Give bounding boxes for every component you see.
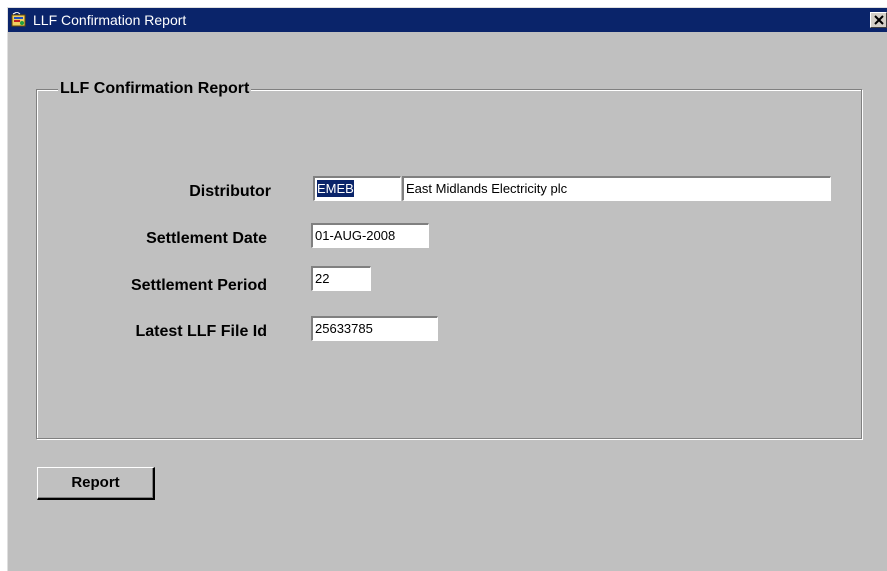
settlement-period-value: 22 [315,271,330,286]
distributor-name-field[interactable]: East Midlands Electricity plc [402,176,831,201]
close-icon [874,15,884,25]
settlement-date-input[interactable]: 01-AUG-2008 [311,223,429,248]
latest-llf-file-id-input[interactable]: 25633785 [311,316,438,341]
distributor-label: Distributor [189,183,271,200]
settlement-period-label: Settlement Period [130,277,267,294]
latest-llf-file-id-value: 25633785 [315,321,373,336]
settlement-date-value: 01-AUG-2008 [315,228,396,243]
group-title: LLF Confirmation Report [58,79,252,99]
app-icon [11,11,27,28]
report-parameters-group: LLF Confirmation Report [36,79,862,439]
title-bar[interactable]: LLF Confirmation Report [8,8,887,32]
settlement-date-label: Settlement Date [146,230,267,247]
settlement-period-input[interactable]: 22 [311,266,371,291]
distributor-name-value: East Midlands Electricity plc [406,181,568,196]
close-button[interactable] [870,12,887,28]
report-button[interactable]: Report [37,467,155,500]
window-title: LLF Confirmation Report [33,12,187,28]
latest-llf-file-id-label: Latest LLF File Id [135,323,267,340]
distributor-code-input[interactable]: EMEB [313,176,401,201]
distributor-code-value: EMEB [317,180,354,197]
report-window: LLF Confirmation Report LLF Confirmation… [7,7,887,571]
